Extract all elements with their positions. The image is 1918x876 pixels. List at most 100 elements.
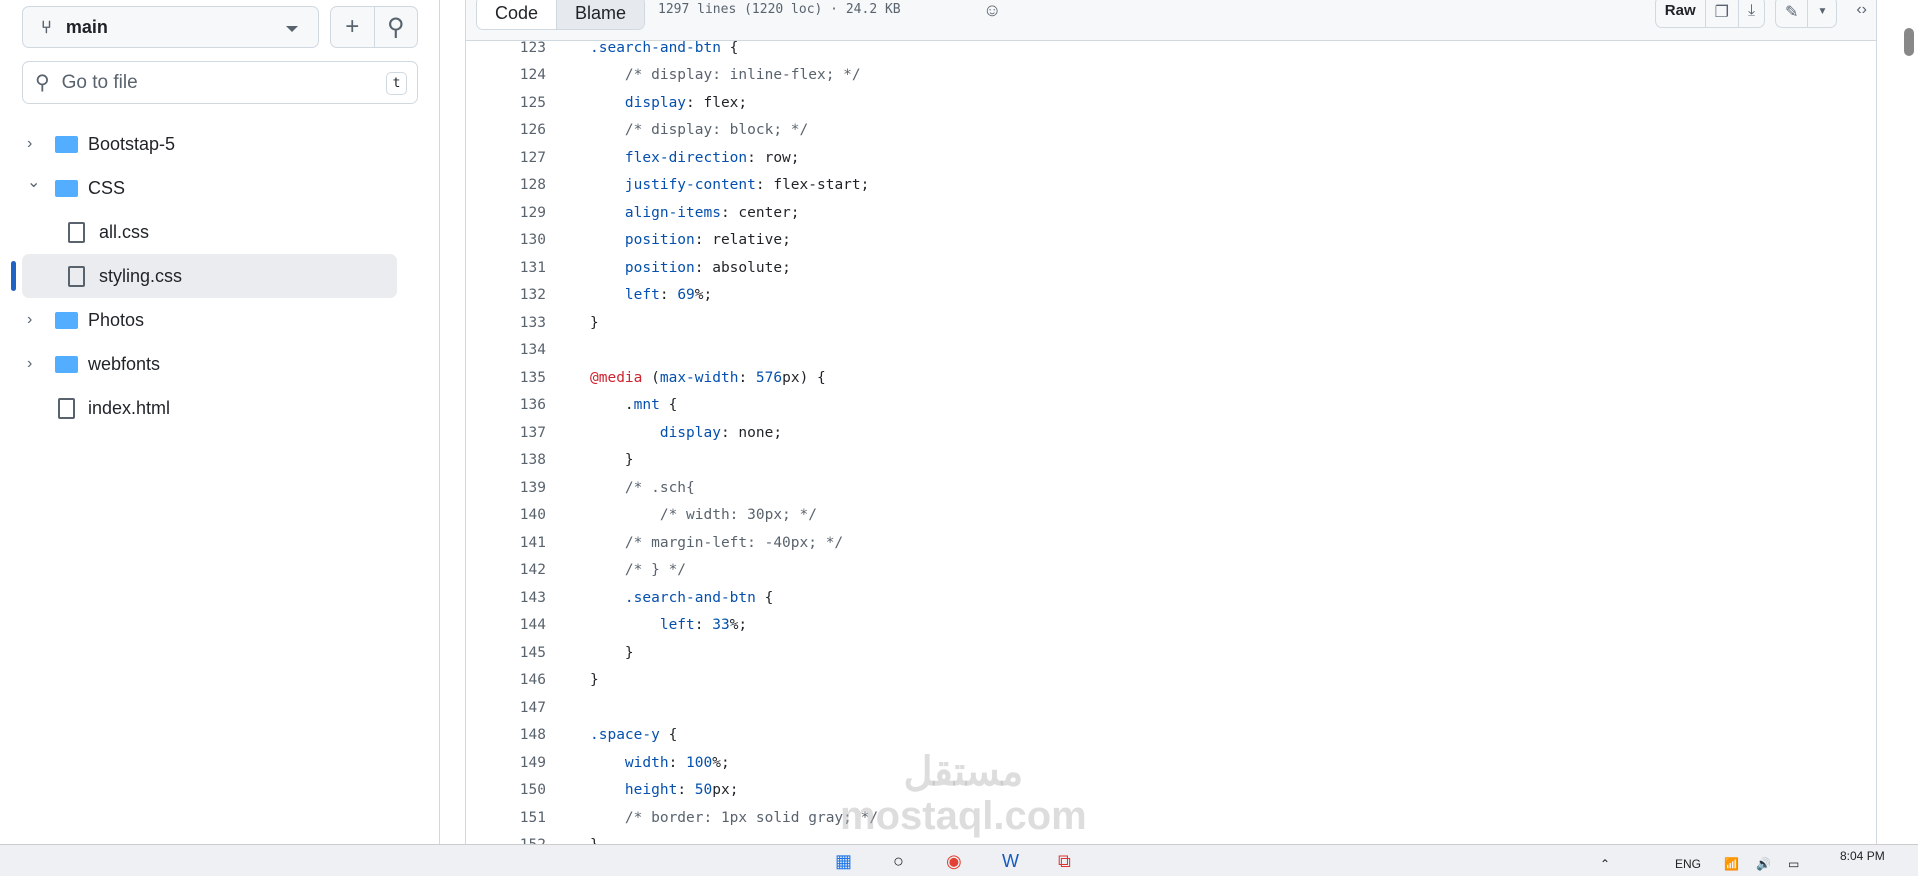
code-text: /* margin-left: -40px; */ [590, 535, 843, 551]
folder-icon [55, 135, 78, 153]
line-number[interactable]: 134 [466, 342, 546, 358]
line-number[interactable]: 151 [466, 810, 546, 826]
tree-item[interactable]: all.css [0, 210, 440, 254]
branch-selector[interactable]: ⑂ main [22, 6, 319, 48]
tab-blame[interactable]: Blame [557, 0, 645, 29]
windows-start-icon[interactable]: ▦ [835, 851, 852, 872]
code-line: 131 position: absolute; [466, 254, 1876, 282]
code-token: %; [694, 287, 713, 304]
line-number[interactable]: 143 [466, 590, 546, 606]
volume-icon[interactable]: 🔊 [1756, 857, 1771, 871]
taskbar: ▦ ○ ◉ W ⧉ ⌃ ENG 📶 🔊 ▭ 8:04 PM [0, 844, 1918, 876]
code-token: } [590, 672, 599, 689]
code-text: left: 69%; [590, 287, 712, 303]
chevron-right-icon[interactable]: › [27, 355, 32, 373]
line-number[interactable]: 137 [466, 425, 546, 441]
chrome-icon[interactable]: ◉ [946, 851, 962, 872]
line-number[interactable]: 125 [466, 95, 546, 111]
line-number[interactable]: 135 [466, 370, 546, 386]
line-number[interactable]: 145 [466, 645, 546, 661]
copilot-icon[interactable]: ☺ [983, 0, 1001, 21]
word-icon[interactable]: W [1002, 851, 1019, 872]
tree-item[interactable]: index.html [0, 386, 440, 430]
line-number[interactable]: 139 [466, 480, 546, 496]
tree-item-label: index.html [88, 397, 171, 418]
tree-item-label: Bootstap-5 [88, 133, 176, 154]
line-number[interactable]: 149 [466, 755, 546, 771]
code-token: /* margin-left: -40px; */ [624, 534, 844, 551]
line-number[interactable]: 132 [466, 287, 546, 303]
line-number[interactable]: 138 [466, 452, 546, 468]
download-icon[interactable]: ⤓ [1739, 0, 1764, 27]
search-icon[interactable]: ○ [893, 851, 904, 872]
code-text: } [590, 315, 599, 331]
line-number[interactable]: 136 [466, 397, 546, 413]
shortcut-key: t [386, 72, 407, 95]
raw-button[interactable]: Raw [1656, 0, 1706, 27]
tree-item-label: Photos [88, 309, 145, 330]
line-number[interactable]: 133 [466, 315, 546, 331]
line-number[interactable]: 127 [466, 150, 546, 166]
code-token: : flex-start; [755, 177, 870, 194]
line-number[interactable]: 140 [466, 507, 546, 523]
chevron-right-icon[interactable]: › [27, 135, 32, 153]
tree-item[interactable]: › Bootstap-5 [0, 122, 440, 166]
watermark-arabic: مستقل [903, 750, 1024, 794]
line-number[interactable]: 144 [466, 617, 546, 633]
line-number[interactable]: 130 [466, 232, 546, 248]
line-number[interactable]: 131 [466, 260, 546, 276]
clock[interactable]: 8:04 PM [1840, 849, 1885, 863]
line-number[interactable]: 123 [466, 40, 546, 56]
code-line: 133} [466, 309, 1876, 337]
tray-chevron-icon[interactable]: ⌃ [1600, 857, 1610, 871]
line-number[interactable]: 150 [466, 782, 546, 798]
line-number[interactable]: 126 [466, 122, 546, 138]
symbols-icon[interactable]: ‹› [1847, 0, 1876, 28]
tree-item[interactable]: styling.css [11, 254, 397, 298]
add-file-button[interactable]: + [331, 7, 375, 47]
chevron-down-icon[interactable]: ⌄ [27, 172, 40, 192]
language-indicator[interactable]: ENG [1675, 857, 1701, 871]
caret-down-icon[interactable]: ▼ [1808, 0, 1836, 27]
tree-item[interactable]: › Photos [0, 298, 440, 342]
code-text: /* width: 30px; */ [590, 507, 817, 523]
snipping-tool-icon[interactable]: ⧉ [1058, 851, 1071, 872]
code-token: .search-and-btn [624, 589, 756, 606]
pencil-icon[interactable]: ✎ [1776, 0, 1809, 27]
line-number[interactable]: 129 [466, 205, 546, 221]
scrollbar-thumb[interactable] [1904, 28, 1914, 56]
tree-item-label: styling.css [99, 265, 183, 286]
code-token: /* display: inline-flex; */ [624, 67, 861, 84]
line-number[interactable]: 146 [466, 672, 546, 688]
line-number[interactable]: 147 [466, 700, 546, 716]
folder-icon [55, 355, 78, 373]
battery-icon[interactable]: ▭ [1788, 857, 1799, 871]
file-tree: › Bootstap-5 ⌄ CSS all.css styling.css › Photos… [0, 122, 440, 430]
tree-item[interactable]: › webfonts [0, 342, 440, 386]
code-text: width: 100%; [590, 755, 730, 771]
line-number[interactable]: 124 [466, 67, 546, 83]
line-number[interactable]: 141 [466, 535, 546, 551]
code-token: position [624, 232, 695, 249]
code-token: height [624, 782, 678, 799]
wifi-icon[interactable]: 📶 [1724, 857, 1739, 871]
line-number[interactable]: 128 [466, 177, 546, 193]
line-number[interactable]: 142 [466, 562, 546, 578]
code-token: @media [590, 369, 643, 386]
chevron-right-icon[interactable]: › [27, 311, 32, 329]
code-text: } [590, 645, 634, 661]
code-token: 33 [712, 617, 730, 634]
search-button[interactable]: ⚲ [375, 7, 418, 47]
go-to-file-input[interactable]: ⚲ Go to file t [22, 61, 418, 104]
tab-code[interactable]: Code [477, 0, 558, 29]
tree-item[interactable]: ⌄ CSS [0, 166, 440, 210]
code-text: /* border: 1px solid gray; */ [590, 810, 878, 826]
code-line: 142 /* } */ [466, 557, 1876, 585]
copy-icon[interactable]: ❐ [1706, 0, 1739, 27]
code-line: 139 /* .sch{ [466, 474, 1876, 502]
line-number[interactable]: 148 [466, 727, 546, 743]
code-token: } [590, 452, 634, 469]
